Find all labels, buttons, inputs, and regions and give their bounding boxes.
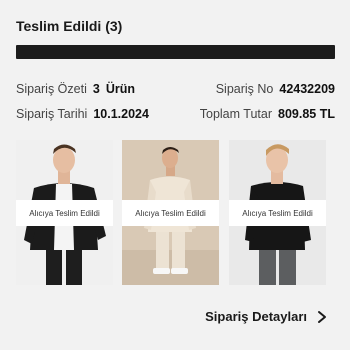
order-details-link[interactable]: Sipariş Detayları xyxy=(205,309,328,324)
order-date: Sipariş Tarihi 10.1.2024 xyxy=(16,107,149,121)
delivery-progress-bar xyxy=(16,45,335,59)
order-status-title: Teslim Edildi (3) xyxy=(16,18,123,34)
order-number-value: 42432209 xyxy=(279,82,335,96)
delivery-status-badge: Alıcıya Teslim Edildi xyxy=(122,200,219,226)
order-number: Sipariş No 42432209 xyxy=(216,82,335,96)
order-number-label: Sipariş No xyxy=(215,82,274,96)
order-summary-count: 3 xyxy=(92,82,100,96)
order-total-label: Toplam Tutar xyxy=(199,107,273,121)
order-details-label: Sipariş Detayları xyxy=(205,309,307,324)
order-date-value: 10.1.2024 xyxy=(93,107,149,121)
product-list: Alıcıya Teslim Edildi Alıcıya Teslim Edi… xyxy=(16,140,335,285)
order-info-row-1: Sipariş Özeti 3 Ürün Sipariş No 42432209 xyxy=(16,80,335,98)
order-total: Toplam Tutar 809.85 TL xyxy=(200,107,335,121)
product-card[interactable]: Alıcıya Teslim Edildi xyxy=(16,140,113,285)
order-total-value: 809.85 TL xyxy=(278,107,335,121)
product-card[interactable]: Alıcıya Teslim Edildi xyxy=(122,140,219,285)
chevron-right-icon xyxy=(316,310,328,324)
order-card: Teslim Edildi (3) Sipariş Özeti 3 Ürün S… xyxy=(0,0,350,350)
product-card[interactable]: Alıcıya Teslim Edildi xyxy=(229,140,326,285)
order-date-label: Sipariş Tarihi xyxy=(16,107,88,121)
delivery-status-badge: Alıcıya Teslim Edildi xyxy=(16,200,113,226)
order-summary: Sipariş Özeti 3 Ürün xyxy=(16,82,135,96)
order-summary-label: Sipariş Özeti xyxy=(16,82,87,96)
order-info-row-2: Sipariş Tarihi 10.1.2024 Toplam Tutar 80… xyxy=(16,105,335,123)
order-summary-unit: Ürün xyxy=(105,82,135,96)
delivery-status-badge: Alıcıya Teslim Edildi xyxy=(229,200,326,226)
